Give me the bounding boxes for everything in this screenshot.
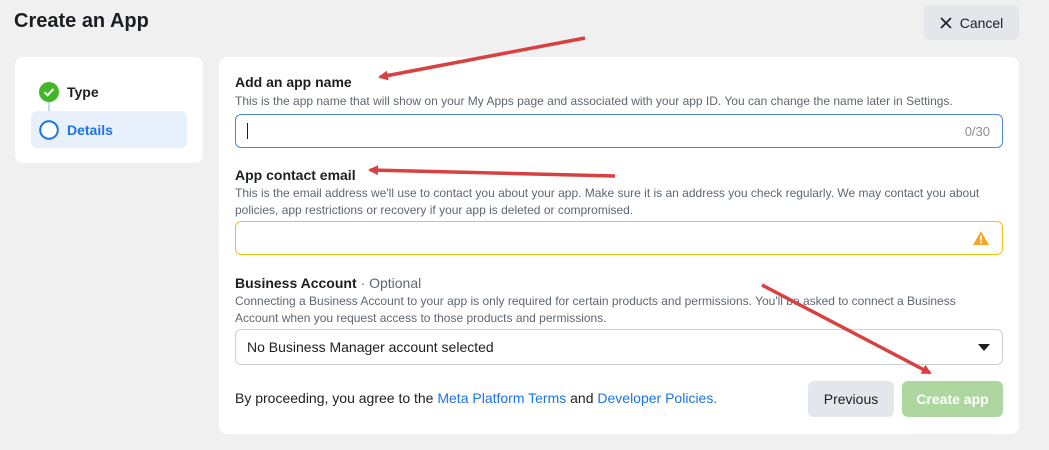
create-app-button[interactable]: Create app [902,381,1003,417]
terms-text: By proceeding, you agree to the Meta Pla… [235,390,717,406]
current-step-circle-icon [39,119,59,140]
contact-email-label: App contact email [235,167,356,183]
business-account-label: Business Account · Optional [235,275,421,291]
step-details[interactable]: Details [31,111,187,148]
developer-policies-link[interactable]: Developer Policies [597,390,713,406]
char-count: 0/30 [964,124,990,139]
app-name-description: This is the app name that will show on y… [235,94,953,108]
cancel-button[interactable]: Cancel [924,5,1019,40]
text-caret [247,123,248,139]
steps-panel: Type Details [15,57,203,163]
contact-email-input[interactable] [235,221,1003,255]
terms-suffix: . [713,390,718,406]
terms-middle: and [566,390,598,406]
contact-email-description: This is the email address we'll use to c… [235,186,980,217]
caret-down-icon [978,344,990,351]
optional-tag: · Optional [360,275,422,291]
step-type[interactable]: Type [31,73,187,110]
details-form: Add an app name This is the app name tha… [219,57,1019,434]
step-details-label: Details [67,121,113,138]
page-title: Create an App [14,10,149,32]
previous-button[interactable]: Previous [808,381,894,417]
warning-icon [973,231,989,245]
business-account-description: Connecting a Business Account to your ap… [235,294,956,325]
meta-platform-terms-link[interactable]: Meta Platform Terms [437,390,566,406]
close-icon [940,16,952,29]
business-account-selected: No Business Manager account selected [247,339,494,355]
cancel-label: Cancel [959,14,1004,31]
check-circle-icon [39,81,59,102]
app-name-input[interactable]: 0/30 [235,114,1003,148]
terms-prefix: By proceeding, you agree to the [235,390,438,406]
app-name-label: Add an app name [235,74,352,90]
business-account-select[interactable]: No Business Manager account selected [235,329,1003,365]
step-type-label: Type [67,83,99,100]
business-account-title: Business Account [235,275,357,291]
